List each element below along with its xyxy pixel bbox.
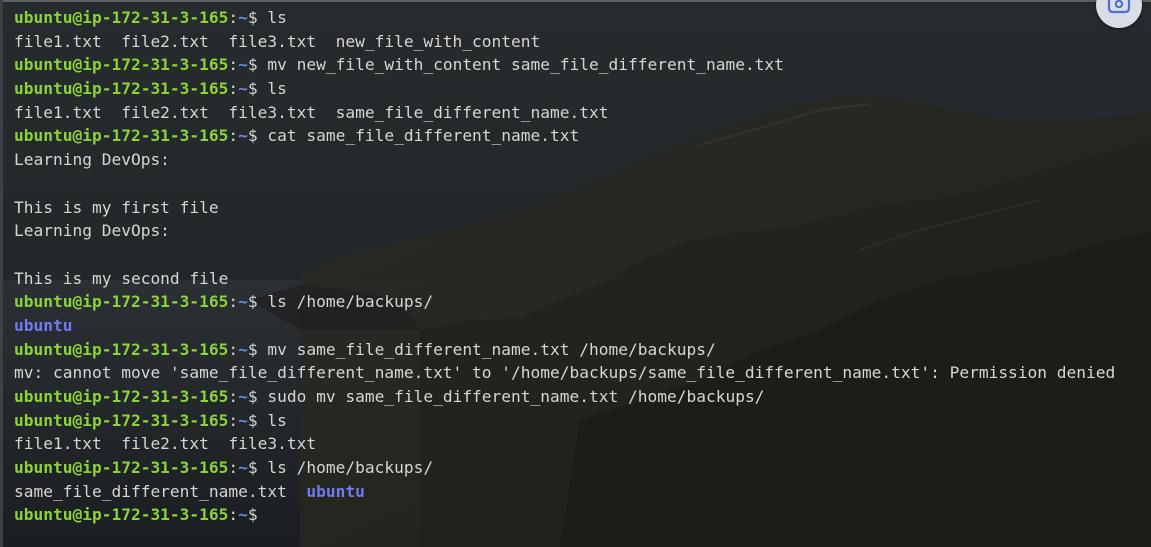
prompt-user-host: ubuntu@ip-172-31-3-165 [14, 339, 229, 359]
prompt-colon: : [228, 387, 239, 406]
prompt-colon: : [228, 339, 239, 359]
file-name: same_file_different_name.txt [14, 481, 307, 501]
command-line: ubuntu@ip-172-31-3-165:~$ ls /home/backu… [14, 290, 1144, 314]
prompt-cwd: ~ [238, 410, 248, 430]
prompt-colon: : [228, 79, 239, 99]
output-text: file1.txt file2.txt file3.txt [14, 434, 317, 454]
command-line: ubuntu@ip-172-31-3-165:~$ mv same_file_d… [14, 338, 1144, 362]
prompt-dollar: $ [247, 8, 258, 27]
command-line: ubuntu@ip-172-31-3-165:~$ cat same_file_… [14, 124, 1144, 148]
output-text: This is my first file [14, 197, 219, 217]
command-line: ubuntu@ip-172-31-3-165:~$ [14, 503, 1144, 527]
prompt-cwd: ~ [238, 55, 248, 75]
prompt-dollar: $ [247, 387, 258, 406]
command-line: ubuntu@ip-172-31-3-165:~$ mv new_file_wi… [14, 53, 1144, 77]
prompt-dollar: $ [247, 126, 258, 146]
command-text: mv same_file_different_name.txt /home/ba… [257, 339, 716, 359]
prompt-cwd: ~ [238, 387, 248, 406]
prompt-user-host: ubuntu@ip-172-31-3-165 [14, 505, 229, 525]
output-text: mv: cannot move 'same_file_different_nam… [14, 363, 1116, 383]
output-line: Learning DevOps: [14, 219, 1144, 243]
output-line: This is my second file [14, 267, 1144, 291]
directory-name: ubuntu [14, 315, 73, 335]
prompt-user-host: ubuntu@ip-172-31-3-165 [14, 55, 229, 75]
prompt-cwd: ~ [238, 339, 248, 359]
output-line: file1.txt file2.txt file3.txt same_file_… [14, 101, 1144, 125]
prompt-user-host: ubuntu@ip-172-31-3-165 [14, 126, 229, 146]
prompt-dollar: $ [247, 55, 258, 75]
prompt-cwd: ~ [238, 126, 248, 146]
output-line: same_file_different_name.txt ubuntu [14, 480, 1144, 504]
desktop-screen: ubuntu@ip-172-31-3-165:~$ ls file1.txt fi… [0, 0, 1151, 547]
prompt-dollar: $ [247, 339, 258, 359]
output-text: file1.txt file2.txt file3.txt same_file_… [14, 102, 609, 122]
prompt-cwd: ~ [238, 8, 248, 27]
window-top-border [0, 0, 1151, 2]
prompt-user-host: ubuntu@ip-172-31-3-165 [14, 387, 229, 406]
output-line: Learning DevOps: [14, 148, 1144, 172]
prompt-colon: : [228, 458, 239, 478]
command-text: ls [257, 79, 287, 99]
command-line: ubuntu@ip-172-31-3-165:~$ ls [14, 77, 1144, 101]
prompt-user-host: ubuntu@ip-172-31-3-165 [14, 410, 229, 430]
command-text: ls /home/backups/ [257, 458, 434, 478]
prompt-dollar: $ [247, 79, 258, 99]
directory-name: ubuntu [306, 481, 365, 501]
command-text: sudo mv same_file_different_name.txt /ho… [257, 387, 765, 406]
output-line: file1.txt file2.txt file3.txt new_file_w… [14, 30, 1144, 54]
command-text: mv new_file_with_content same_file_diffe… [257, 55, 784, 75]
command-text: ls /home/backups/ [257, 292, 434, 312]
output-text: file1.txt file2.txt file3.txt new_file_w… [14, 31, 541, 51]
output-line: This is my first file [14, 196, 1144, 220]
prompt-user-host: ubuntu@ip-172-31-3-165 [14, 292, 229, 312]
command-line: ubuntu@ip-172-31-3-165:~$ sudo mv same_f… [14, 385, 1144, 409]
prompt-cwd: ~ [238, 458, 248, 478]
prompt-colon: : [228, 410, 239, 430]
prompt-dollar: $ [247, 410, 258, 430]
command-text: cat same_file_different_name.txt [257, 126, 580, 146]
prompt-colon: : [228, 8, 239, 27]
prompt-dollar: $ [247, 505, 258, 525]
command-line: ubuntu@ip-172-31-3-165:~$ ls [14, 6, 1144, 30]
prompt-cwd: ~ [238, 292, 248, 312]
prompt-user-host: ubuntu@ip-172-31-3-165 [14, 458, 229, 478]
prompt-dollar: $ [247, 458, 258, 478]
terminal-output[interactable]: ubuntu@ip-172-31-3-165:~$ ls file1.txt fi… [14, 6, 1144, 527]
command-text: ls [257, 8, 287, 27]
prompt-colon: : [228, 292, 239, 312]
output-text: This is my second file [14, 268, 229, 288]
output-line: ubuntu [14, 314, 1144, 338]
prompt-colon: : [228, 126, 239, 146]
command-line: ubuntu@ip-172-31-3-165:~$ ls [14, 409, 1144, 433]
command-text: ls [257, 410, 287, 430]
command-line: ubuntu@ip-172-31-3-165:~$ ls /home/backu… [14, 456, 1144, 480]
prompt-cwd: ~ [238, 505, 248, 525]
prompt-colon: : [228, 55, 239, 75]
prompt-colon: : [228, 505, 239, 525]
output-line: mv: cannot move 'same_file_different_nam… [14, 361, 1144, 385]
prompt-user-host: ubuntu@ip-172-31-3-165 [14, 8, 229, 27]
prompt-user-host: ubuntu@ip-172-31-3-165 [14, 79, 229, 99]
output-text: Learning DevOps: [14, 221, 170, 241]
window-left-border [0, 0, 3, 547]
output-text: Learning DevOps: [14, 150, 170, 170]
prompt-dollar: $ [247, 292, 258, 312]
prompt-cwd: ~ [238, 79, 248, 99]
output-line: file1.txt file2.txt file3.txt [14, 432, 1144, 456]
